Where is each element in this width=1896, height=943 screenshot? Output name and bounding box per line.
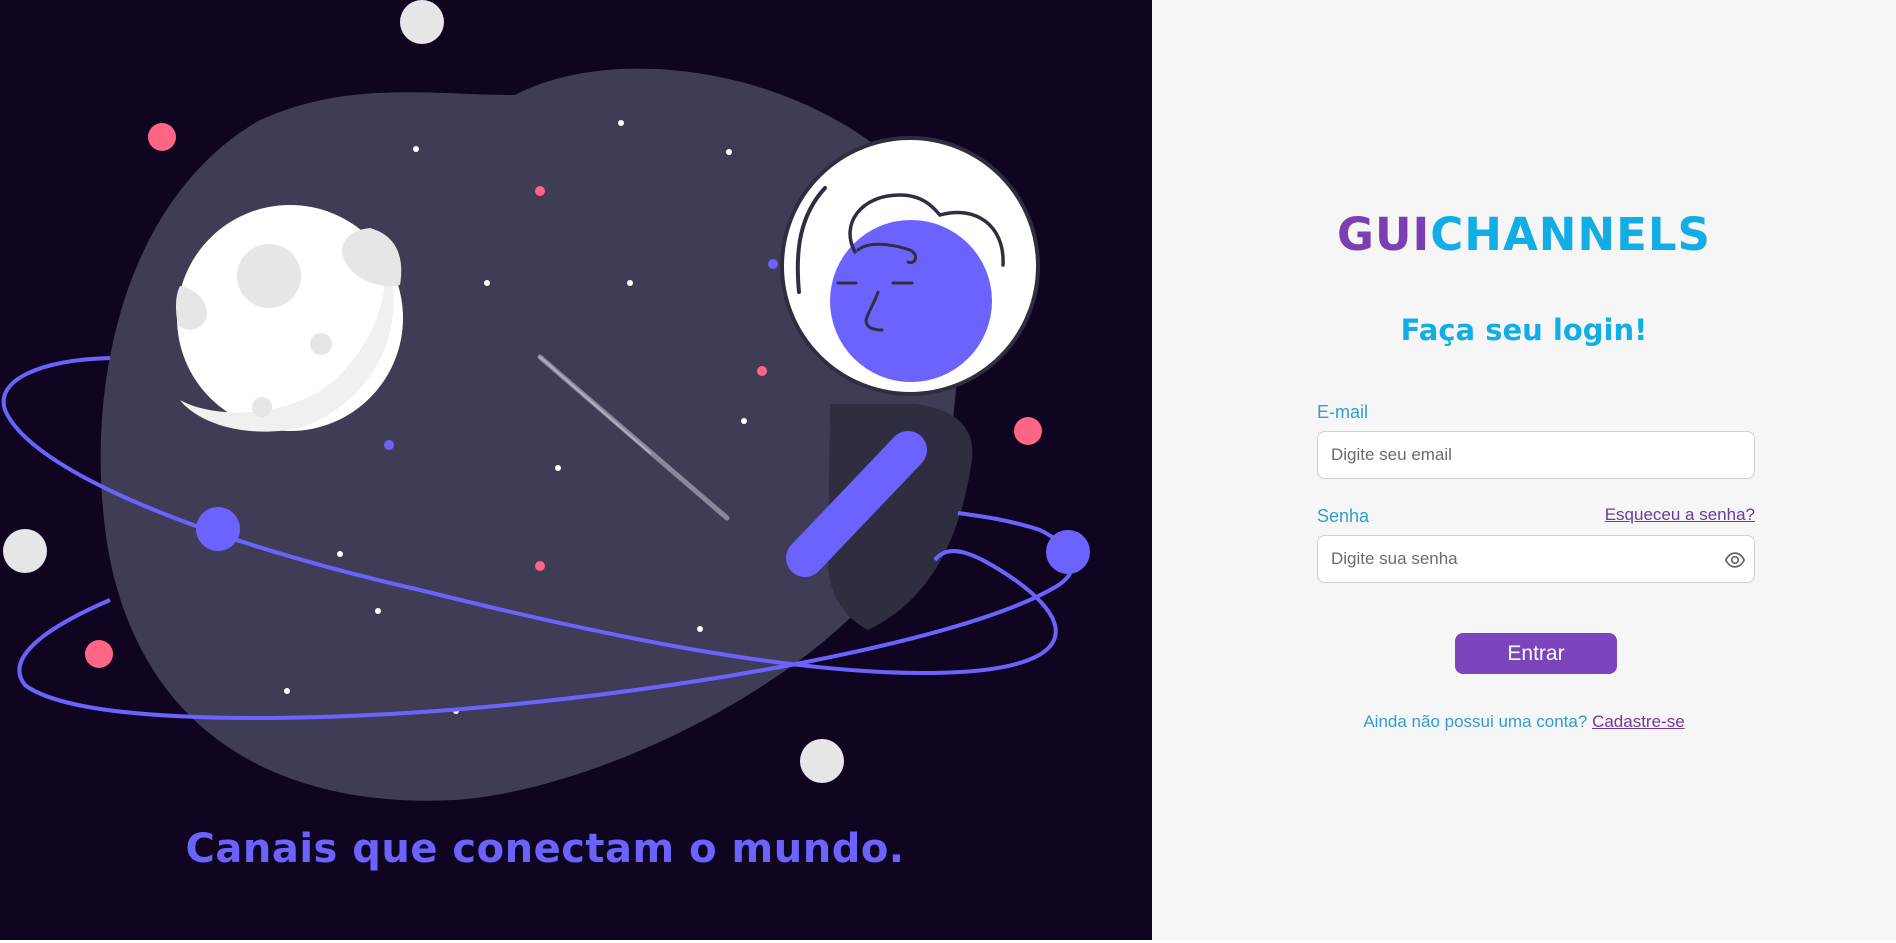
deco-circle bbox=[148, 123, 176, 151]
deco-circle bbox=[800, 739, 844, 783]
logo-part-gui: GUI bbox=[1337, 208, 1431, 261]
deco-circle bbox=[400, 0, 444, 44]
deco-circle bbox=[85, 640, 113, 668]
space-illustration bbox=[1, 0, 1090, 801]
deco-circle bbox=[3, 529, 47, 573]
orbit-planet bbox=[1046, 530, 1090, 574]
astronaut-face bbox=[830, 220, 992, 382]
login-title: Faça seu login! bbox=[1400, 313, 1648, 347]
signup-link[interactable]: Cadastre-se bbox=[1592, 712, 1685, 731]
eye-icon[interactable] bbox=[1724, 549, 1746, 571]
tagline: Canais que conectam o mundo. bbox=[185, 826, 905, 872]
star-violet bbox=[768, 259, 778, 269]
illustration-panel: Canais que conectam o mundo. bbox=[0, 0, 1152, 940]
star-pink bbox=[535, 561, 545, 571]
moon-crater bbox=[310, 333, 332, 355]
email-label: E-mail bbox=[1317, 402, 1369, 422]
email-field-wrapper bbox=[1317, 431, 1755, 479]
star-pink bbox=[535, 186, 545, 196]
star-violet bbox=[384, 440, 394, 450]
brand-logo: GUICHANNELS bbox=[1152, 208, 1896, 261]
password-input[interactable] bbox=[1318, 536, 1754, 582]
login-panel: GUICHANNELS Faça seu login! E-mail Senha… bbox=[1152, 0, 1896, 940]
logo-part-channels: CHANNELS bbox=[1430, 208, 1711, 261]
orbit-planet bbox=[196, 507, 240, 551]
login-button[interactable]: Entrar bbox=[1455, 633, 1617, 674]
star-pink bbox=[757, 366, 767, 376]
forgot-password-link[interactable]: Esqueceu a senha? bbox=[1605, 505, 1755, 525]
moon-crater bbox=[237, 244, 301, 308]
deco-circle bbox=[1014, 417, 1042, 445]
email-input[interactable] bbox=[1318, 432, 1754, 478]
signup-prompt: Ainda não possui uma conta? bbox=[1363, 712, 1588, 731]
moon-crater bbox=[252, 397, 272, 417]
signup-prompt-row: Ainda não possui uma conta? Cadastre-se bbox=[1152, 712, 1896, 732]
password-field-wrapper bbox=[1317, 535, 1755, 583]
password-label: Senha bbox=[1317, 506, 1370, 526]
